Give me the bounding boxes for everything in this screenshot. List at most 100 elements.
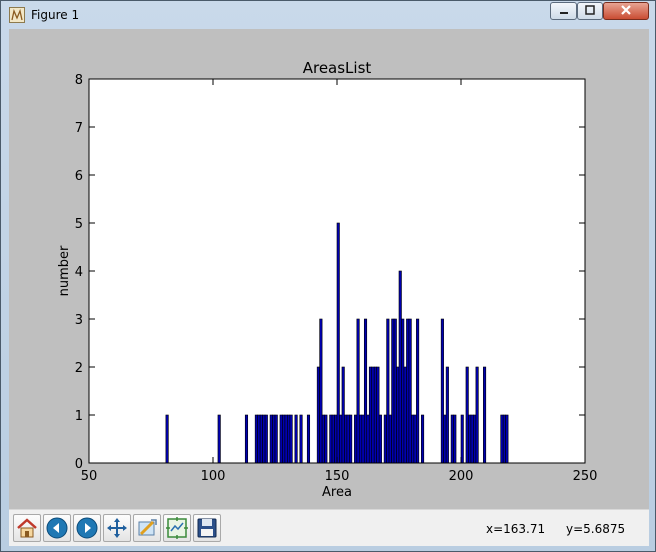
y-tick-label: 3 <box>75 313 83 328</box>
zoom-rect-icon <box>138 519 157 536</box>
histogram-bar <box>401 318 405 464</box>
histogram-bar <box>408 318 412 464</box>
y-tick-label: 1 <box>75 409 83 424</box>
figure-window: Figure 1 50 100 150 200 250 0 1 2 3 4 5 6 7 8 AreasL… <box>0 0 656 552</box>
histogram-bar <box>264 414 268 464</box>
y-tick-label: 6 <box>75 169 83 184</box>
histogram-bar <box>354 414 358 464</box>
subplots-icon <box>166 517 188 539</box>
histogram-bar <box>349 414 353 464</box>
histogram-bar <box>274 414 278 464</box>
histogram-bar <box>356 318 360 464</box>
histogram-bar <box>259 414 263 464</box>
histogram-bar <box>383 414 387 464</box>
histogram-bar <box>421 414 425 464</box>
histogram-bar <box>368 366 373 464</box>
histogram-bar <box>165 414 169 464</box>
histogram-bar <box>470 414 474 464</box>
save-button[interactable] <box>193 514 221 542</box>
histogram-chart: 50 100 150 200 250 012345678 AreasList Area … <box>57 59 598 500</box>
histogram-bar <box>371 366 375 464</box>
y-tick-label: 0 <box>75 457 83 472</box>
close-icon <box>621 5 631 15</box>
home-button[interactable] <box>13 514 41 542</box>
histogram-bar <box>316 366 320 464</box>
cursor-y-readout: y=5.6875 <box>566 522 626 536</box>
histogram-bar <box>329 414 333 464</box>
histogram-bar <box>359 414 363 464</box>
histogram-bar <box>500 414 504 464</box>
histogram-bar <box>336 222 340 464</box>
histogram-bar <box>272 414 276 464</box>
minimize-button[interactable] <box>550 2 577 20</box>
histogram-bar <box>254 414 258 464</box>
histogram-bar <box>443 414 447 464</box>
maximize-icon <box>585 5 595 15</box>
maximize-button[interactable] <box>577 2 603 20</box>
histogram-bar <box>282 414 286 464</box>
histogram-bar <box>450 414 454 464</box>
x-tick-label: 200 <box>449 469 474 484</box>
forward-arrow-icon <box>76 517 98 539</box>
histogram-bar <box>483 366 487 464</box>
histogram-bar <box>262 414 266 464</box>
histogram-bar <box>321 414 325 464</box>
histogram-bar <box>346 414 350 464</box>
x-tick-label: 100 <box>201 469 226 484</box>
subplots-button[interactable] <box>163 514 191 542</box>
histogram-bar <box>284 414 288 464</box>
histogram-bar <box>403 366 407 464</box>
histogram-bar <box>440 318 444 464</box>
y-tick-label: 8 <box>75 73 83 88</box>
histogram-bar <box>324 414 328 464</box>
x-axis-label: Area <box>322 485 352 500</box>
histogram-bar <box>334 414 338 464</box>
back-button[interactable] <box>43 514 71 542</box>
histogram-bar <box>294 414 298 464</box>
zoom-button[interactable] <box>133 514 161 542</box>
histogram-bar <box>376 366 380 464</box>
x-tick-label: 250 <box>573 469 598 484</box>
histogram-bar <box>388 414 392 464</box>
window-title: Figure 1 <box>31 8 80 22</box>
histogram-bar <box>339 414 343 464</box>
histogram-bar <box>465 366 469 464</box>
home-icon <box>17 518 37 538</box>
histogram-bar <box>299 414 303 464</box>
pan-button[interactable] <box>103 514 131 542</box>
histogram-bar <box>505 414 509 464</box>
histogram-bar <box>331 414 335 464</box>
x-tick-label: 50 <box>81 469 98 484</box>
title-bar[interactable]: Figure 1 <box>1 1 655 29</box>
histogram-bar <box>306 414 311 464</box>
histogram-bar <box>386 318 390 464</box>
histogram-bar <box>473 414 477 464</box>
navigation-toolbar: x=163.71 y=5.6875 <box>9 509 649 546</box>
forward-button[interactable] <box>73 514 101 542</box>
histogram-bar <box>344 414 348 464</box>
histogram-bar <box>460 414 464 464</box>
histogram-bar <box>289 414 293 464</box>
histogram-bar <box>366 414 370 464</box>
histogram-bar <box>363 318 368 464</box>
close-button[interactable] <box>603 2 649 20</box>
y-tick-label: 2 <box>75 361 83 376</box>
histogram-bar <box>406 318 410 464</box>
histogram-bar <box>341 366 345 464</box>
histogram-bar <box>411 414 415 464</box>
y-tick-label: 4 <box>75 265 83 280</box>
move-icon <box>107 518 127 538</box>
cursor-x-readout: x=163.71 <box>486 522 546 536</box>
figure-canvas[interactable]: 50 100 150 200 250 012345678 AreasList Area … <box>9 29 649 509</box>
histogram-bar <box>502 414 506 464</box>
back-arrow-icon <box>46 517 68 539</box>
histogram-bar <box>269 414 273 464</box>
histogram-bar <box>319 318 323 464</box>
histogram-bar <box>413 414 417 464</box>
histogram-bar <box>416 318 420 464</box>
histogram-bar <box>378 414 382 464</box>
histogram-bar <box>279 414 283 464</box>
x-tick-label: 150 <box>325 469 350 484</box>
minimize-icon <box>559 12 568 14</box>
histogram-bar <box>393 318 397 464</box>
